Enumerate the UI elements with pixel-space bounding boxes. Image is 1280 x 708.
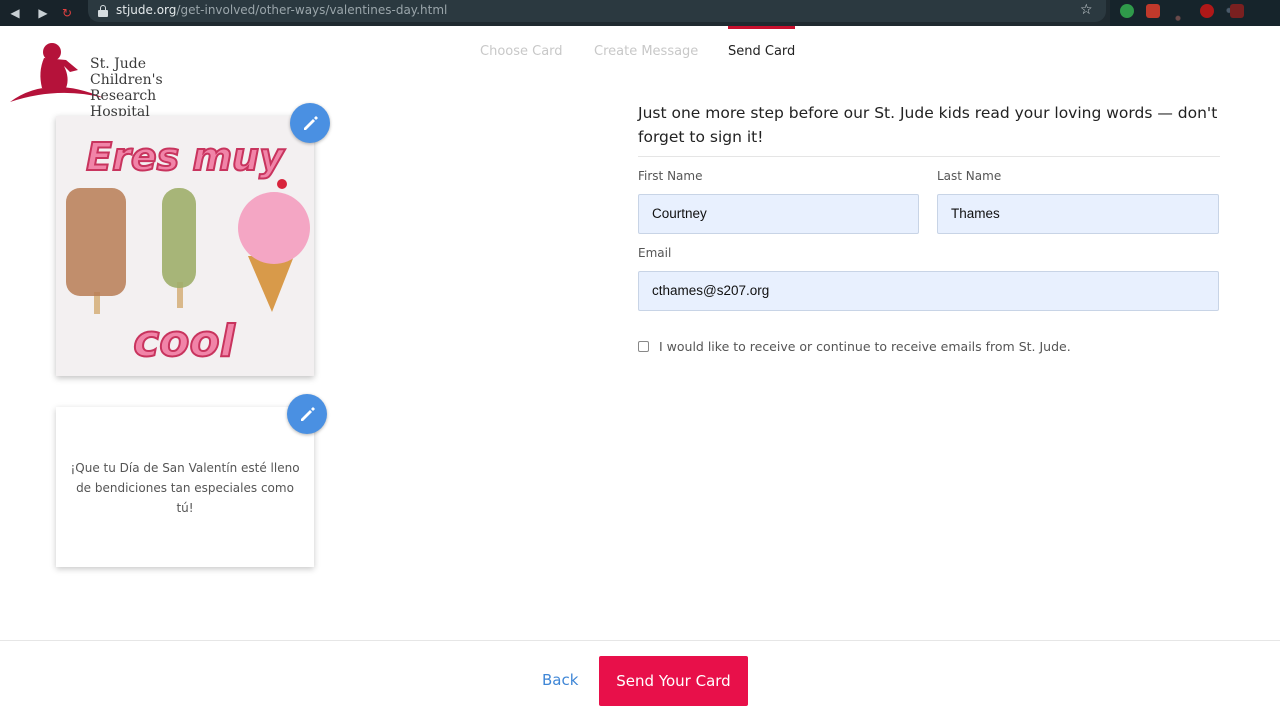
send-card-button[interactable]: Send Your Card	[599, 656, 748, 706]
sign-card-intro: Just one more step before our St. Jude k…	[638, 104, 1218, 146]
card-bottom-lettering: cool	[133, 316, 236, 367]
pencil-icon	[301, 407, 315, 421]
email-optin-checkbox[interactable]	[638, 341, 649, 352]
email-label: Email	[638, 246, 672, 260]
extensions-area	[1110, 0, 1280, 26]
card-message-text: ¡Que tu Día de San Valentín esté lleno d…	[70, 461, 300, 515]
url-text[interactable]: stjude.org/get-involved/other-ways/valen…	[116, 3, 447, 17]
first-name-label: First Name	[638, 169, 703, 183]
extension-icon[interactable]	[1230, 4, 1244, 18]
pencil-icon	[304, 116, 318, 130]
browser-nav-area: ◀ ▶ ↻	[0, 0, 90, 26]
last-name-input[interactable]: Thames	[937, 194, 1219, 234]
last-name-label: Last Name	[937, 169, 1002, 183]
card-image-preview: Eres muy cool	[56, 116, 314, 376]
email-input[interactable]: cthames@s207.org	[638, 271, 1219, 311]
step-create-message[interactable]: Create Message	[594, 44, 698, 59]
footer-divider	[0, 640, 1280, 641]
edit-card-image-button[interactable]	[290, 103, 330, 143]
back-arrow-icon[interactable]: ◀	[8, 6, 22, 20]
email-optin-label[interactable]: I would like to receive or continue to r…	[659, 339, 1071, 354]
active-step-indicator	[728, 26, 795, 29]
card-artwork: Eres muy cool	[56, 116, 314, 376]
first-name-input[interactable]: Courtney	[638, 194, 919, 234]
card-message-preview: ¡Que tu Día de San Valentín esté lleno d…	[56, 407, 314, 567]
back-link[interactable]: Back	[542, 671, 578, 689]
card-top-lettering: Eres muy	[86, 135, 286, 179]
browser-toolbar: ◀ ▶ ↻ stjude.org/get-involved/other-ways…	[0, 0, 1280, 26]
step-choose-card[interactable]: Choose Card	[480, 44, 563, 59]
forward-arrow-icon[interactable]: ▶	[36, 6, 50, 20]
logo-wordmark: St. Jude Children's Research Hospital	[90, 56, 218, 120]
extension-icon[interactable]	[1200, 4, 1214, 18]
form-divider	[638, 156, 1220, 157]
lock-icon	[98, 5, 108, 17]
reload-icon[interactable]: ↻	[60, 6, 74, 20]
extension-icon[interactable]	[1120, 4, 1134, 18]
edit-card-message-button[interactable]	[287, 394, 327, 434]
extension-icon[interactable]	[1146, 4, 1160, 18]
step-progress: Choose Card Create Message Send Card	[0, 44, 1280, 64]
bookmark-star-icon[interactable]: ☆	[1080, 2, 1093, 18]
step-send-card[interactable]: Send Card	[728, 44, 795, 59]
